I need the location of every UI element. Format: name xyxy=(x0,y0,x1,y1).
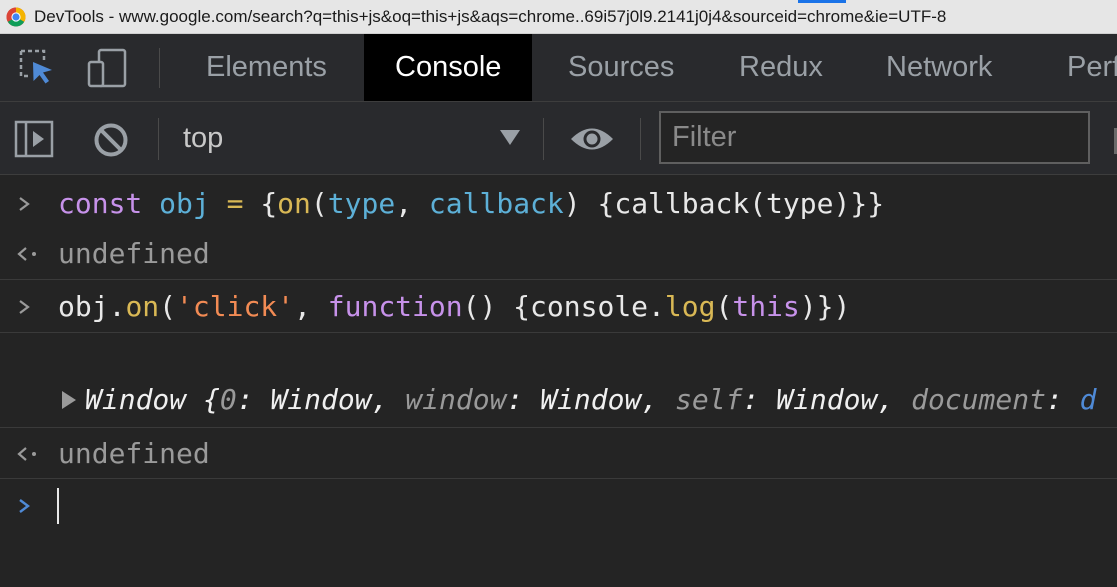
console-input-caret[interactable] xyxy=(57,488,59,524)
toolbar-divider xyxy=(543,118,544,160)
console-command[interactable]: obj.on('click', function() {console.log(… xyxy=(58,290,850,323)
object-colon: : xyxy=(1045,383,1080,416)
code-method: on xyxy=(277,187,311,220)
object-value: Window xyxy=(270,383,372,416)
console-log-row: Window {0: Window, window: Window, self:… xyxy=(0,334,1117,428)
tab-sources[interactable]: Sources xyxy=(568,34,674,101)
tabbar-divider xyxy=(159,48,160,88)
code-keyword: function xyxy=(327,290,463,323)
clear-console-icon[interactable] xyxy=(93,122,129,158)
code-string: 'click' xyxy=(176,290,295,323)
tab-performance[interactable]: Perf xyxy=(1067,34,1117,101)
code-object: obj. xyxy=(58,290,126,323)
titlebar-accent xyxy=(798,0,846,3)
toolbar-divider xyxy=(640,118,641,160)
object-value-cut: d xyxy=(1079,383,1097,416)
object-key: 0 xyxy=(219,383,237,416)
window-title: DevTools - www.google.com/search?q=this+… xyxy=(34,6,947,26)
object-key: self xyxy=(675,383,743,416)
devtools-tabbar: Elements Console Sources Redux Network P… xyxy=(0,34,1117,102)
object-key: document xyxy=(911,383,1046,416)
result-arrow-icon xyxy=(17,447,36,461)
console-input-row: obj.on('click', function() {console.log(… xyxy=(0,281,1117,333)
sidebar-toggle-icon[interactable] xyxy=(14,120,54,158)
result-value: undefined xyxy=(58,437,210,470)
code-method: on xyxy=(125,290,160,323)
code-identifier: obj xyxy=(159,187,210,220)
object-key: window xyxy=(405,383,507,416)
inspect-element-icon[interactable] xyxy=(18,48,56,86)
dropdown-arrow-icon[interactable] xyxy=(500,130,520,146)
code-punct: ( xyxy=(715,290,733,323)
tab-console[interactable]: Console xyxy=(364,34,533,101)
object-value: Window xyxy=(540,383,642,416)
window-titlebar: DevTools - www.google.com/search?q=this+… xyxy=(0,0,1117,34)
code-punct: () {console. xyxy=(462,290,665,323)
filter-input[interactable] xyxy=(659,111,1090,164)
chrome-logo-icon xyxy=(6,7,26,26)
object-colon: : xyxy=(236,383,271,416)
device-toolbar-icon[interactable] xyxy=(86,48,130,88)
code-punct: )}) xyxy=(799,290,851,323)
console-command[interactable]: const obj = {on(type, callback) {callbac… xyxy=(58,187,884,220)
console-input-row: const obj = {on(type, callback) {callbac… xyxy=(0,176,1117,229)
object-colon: : xyxy=(742,383,777,416)
code-param: callback xyxy=(428,187,564,220)
code-punct: { xyxy=(260,187,278,220)
result-value: undefined xyxy=(58,237,210,270)
code-punct: ( xyxy=(159,290,177,323)
code-punct: , xyxy=(294,290,328,323)
object-sep: , xyxy=(877,383,912,416)
object-sep: , xyxy=(641,383,676,416)
tab-network[interactable]: Network xyxy=(886,34,992,101)
prompt-chevron-icon xyxy=(19,197,30,211)
code-keyword: const xyxy=(58,187,143,220)
object-sep: , xyxy=(371,383,406,416)
context-selector[interactable]: top xyxy=(183,122,223,155)
console-result-row: undefined xyxy=(0,429,1117,479)
result-arrow-icon xyxy=(17,247,36,261)
code-method: log xyxy=(664,290,716,323)
object-colon: : xyxy=(506,383,541,416)
code-punct: , xyxy=(395,187,429,220)
object-value: Window xyxy=(776,383,878,416)
code-param: type xyxy=(327,187,396,220)
log-object-preview[interactable]: Window {0: Window, window: Window, self:… xyxy=(85,383,1097,416)
code-rest: ) {callback(type)}} xyxy=(563,187,885,220)
code-keyword: this xyxy=(732,290,800,323)
prompt-chevron-icon xyxy=(19,300,30,314)
code-operator: = xyxy=(209,187,261,220)
prompt-chevron-icon xyxy=(19,499,30,513)
tab-elements[interactable]: Elements xyxy=(206,34,327,101)
expand-triangle-icon[interactable] xyxy=(62,391,76,409)
toolbar-divider xyxy=(158,118,159,160)
console-result-row: undefined xyxy=(0,229,1117,280)
object-prefix: Window { xyxy=(85,383,220,416)
tab-redux[interactable]: Redux xyxy=(739,34,823,101)
code-punct: ( xyxy=(310,187,328,220)
live-expression-eye-icon[interactable] xyxy=(569,124,615,154)
